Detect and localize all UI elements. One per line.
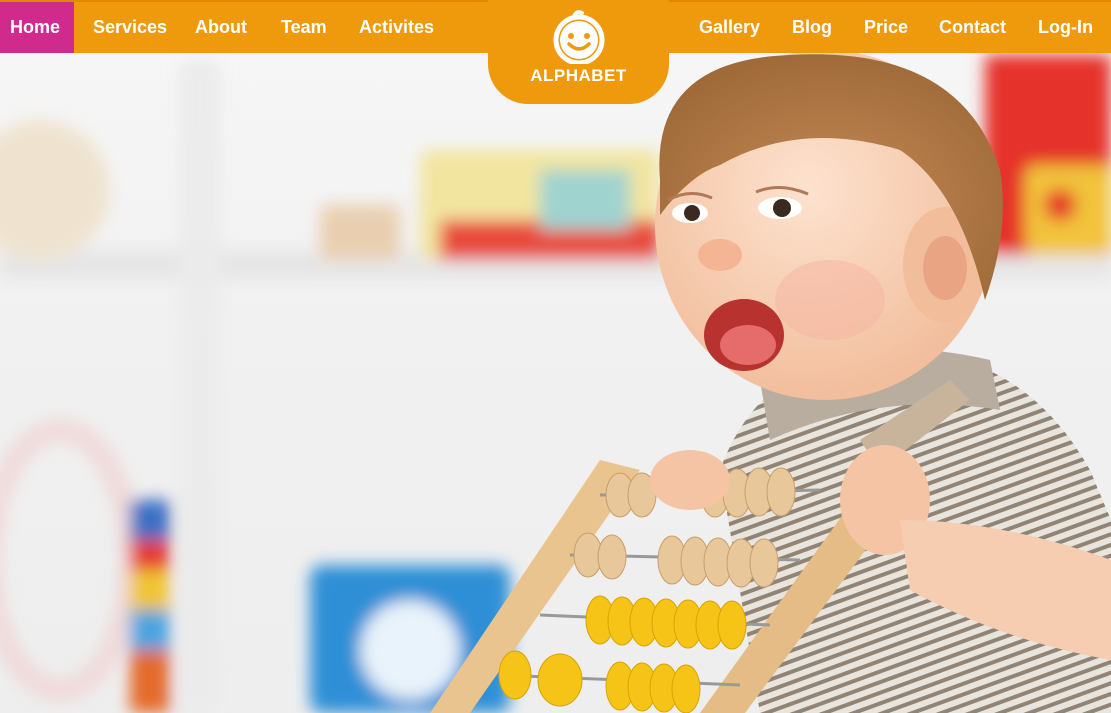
logo-text: ALPHABET <box>530 66 627 85</box>
hero-photo-illustration <box>0 50 1111 713</box>
nav-price[interactable]: Price <box>864 2 908 53</box>
nav-team[interactable]: Team <box>281 2 327 53</box>
site-logo[interactable]: ALPHABET <box>488 0 669 104</box>
nav-services[interactable]: Services <box>93 2 167 53</box>
nav-contact[interactable]: Contact <box>939 2 1006 53</box>
nav-login[interactable]: Log-In <box>1038 2 1093 53</box>
nav-about[interactable]: About <box>195 2 247 53</box>
smiling-child-face-icon <box>553 10 605 64</box>
hero-image <box>0 0 1111 713</box>
nav-blog[interactable]: Blog <box>792 2 832 53</box>
nav-gallery[interactable]: Gallery <box>699 2 760 53</box>
nav-activites[interactable]: Activites <box>359 2 434 53</box>
nav-home[interactable]: Home <box>0 2 75 53</box>
